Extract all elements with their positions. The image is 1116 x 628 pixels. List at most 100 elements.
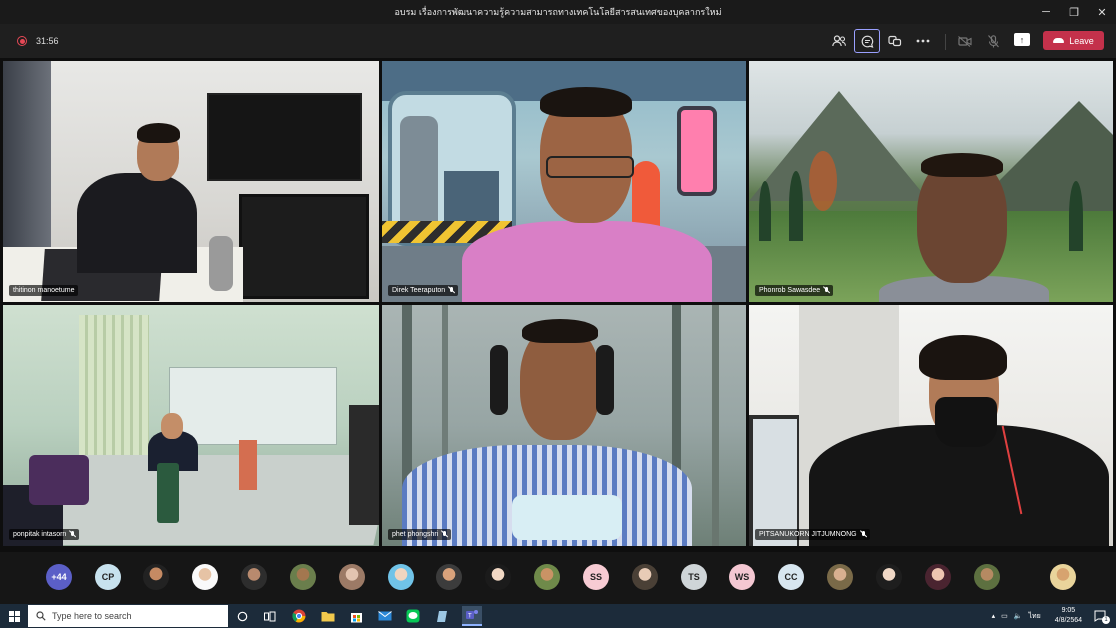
language-indicator[interactable]: ไทย [1029,611,1041,622]
window-title: อบรม เรื่องการพัฒนาความรู้ความสามารถทางเ… [394,7,722,17]
chrome-icon[interactable] [291,608,307,624]
share-screen-button[interactable]: ↑ [1014,33,1030,46]
participant-avatar[interactable] [974,564,1000,590]
file-explorer-icon[interactable] [320,608,336,624]
video-feed [382,61,746,302]
participant-name: PITSANUKORN JITJUMNONG [759,531,857,538]
participant-name-tag: Direk Teeraputon [388,285,459,296]
store-icon[interactable] [348,608,364,624]
participant-avatar[interactable] [192,564,218,590]
mic-off-icon [987,34,999,47]
participant-avatar[interactable] [534,564,560,590]
participant-avatar[interactable] [436,564,462,590]
reactions-icon [888,35,902,47]
participant-avatar[interactable]: CC [778,564,804,590]
phone-hangup-icon [1053,38,1065,43]
window-controls: ─ ❐ ✕ [1032,0,1116,24]
participant-name: Phonrob Sawasdee [759,287,821,294]
more-options-button[interactable] [910,29,936,53]
participant-avatar[interactable] [388,564,414,590]
mic-muted-icon [70,531,75,538]
recording-icon [17,36,27,46]
mail-icon[interactable] [377,608,393,624]
line-icon[interactable] [405,608,421,624]
start-button[interactable] [0,604,28,628]
participant-avatar[interactable]: WS [729,564,755,590]
more-icon [916,39,930,43]
camera-off-icon [958,35,972,47]
participant-avatar[interactable] [632,564,658,590]
chat-button[interactable] [854,29,880,53]
participants-strip: +44 CP SS TS WS CC [0,552,1116,604]
toolbar-divider [945,34,946,50]
participant-avatar[interactable] [290,564,316,590]
mic-muted-icon [824,287,829,294]
participant-avatar[interactable] [485,564,511,590]
taskbar-clock[interactable]: 9:05 4/8/2564 [1055,606,1082,626]
participants-button[interactable] [826,29,852,53]
meeting-toolbar: 31:56 ↑ [0,24,1116,58]
video-tile[interactable]: phet phongshri [382,305,746,546]
clock-date: 4/8/2564 [1054,617,1082,624]
taskbar-search[interactable]: Type here to search [28,605,228,627]
video-tile[interactable]: PITSANUKORN JITJUMNONG [749,305,1113,546]
minimize-button[interactable]: ─ [1032,0,1060,24]
windows-logo-icon [8,610,20,622]
participant-avatar[interactable] [1050,564,1076,590]
cortana-icon[interactable] [234,608,250,624]
participant-name: phet phongshri [392,531,439,538]
windows-taskbar: Type here to search T ▴ ▭ 🔈 ไทย 9:05 4/8… [0,604,1116,628]
video-feed [382,305,746,546]
video-tile[interactable]: thitinon manoetume [3,61,379,302]
more-participants-button[interactable]: +44 [46,564,72,590]
chevron-up-icon[interactable]: ▴ [992,612,996,620]
reactions-button[interactable] [882,29,908,53]
leave-label: Leave [1069,35,1094,46]
share-icon: ↑ [1019,34,1025,45]
participant-name-tag: phet phongshri [388,529,452,540]
notification-badge: 1 [1102,616,1110,624]
participant-avatar[interactable] [143,564,169,590]
notes-icon[interactable] [434,608,450,624]
mic-button[interactable] [980,29,1006,53]
action-center-button[interactable]: 1 [1092,608,1110,624]
participant-avatar[interactable]: SS [583,564,609,590]
participant-avatar[interactable] [876,564,902,590]
video-feed [3,61,379,302]
svg-text:T: T [468,614,472,620]
close-button[interactable]: ✕ [1088,0,1116,24]
video-tile[interactable]: Phonrob Sawasdee [749,61,1113,302]
chat-icon [861,35,873,48]
participant-name-tag: PITSANUKORN JITJUMNONG [755,529,870,540]
mic-muted-icon [449,287,454,294]
participant-avatar[interactable]: CP [95,564,121,590]
video-tile[interactable]: Direk Teeraputon [382,61,746,302]
task-view-icon[interactable] [262,608,278,624]
camera-button[interactable] [952,29,978,53]
participants-icon [832,35,846,47]
participant-avatar[interactable] [827,564,853,590]
leave-button[interactable]: Leave [1043,31,1104,50]
restore-button[interactable]: ❐ [1060,0,1088,24]
volume-icon[interactable]: 🔈 [1014,612,1023,620]
video-feed [749,61,1113,302]
participant-name: ponpitak intasorn [13,531,67,538]
participant-name-tag: ponpitak intasorn [9,529,80,540]
mic-muted-icon [442,531,447,538]
teams-icon[interactable]: T [462,606,482,626]
participant-avatar[interactable] [925,564,951,590]
video-feed [749,305,1113,546]
clock-time: 9:05 [1061,607,1076,614]
participant-avatar[interactable]: TS [681,564,707,590]
window-title-bar: อบรม เรื่องการพัฒนาความรู้ความสามารถทางเ… [0,0,1116,24]
participant-avatar[interactable] [339,564,365,590]
participant-name-tag: Phonrob Sawasdee [755,285,834,296]
video-tile[interactable]: ponpitak intasorn [3,305,379,546]
network-icon[interactable]: ▭ [1001,612,1008,620]
meeting-timer: 31:56 [36,36,59,46]
more-participants-count: +44 [51,572,67,582]
search-placeholder: Type here to search [52,611,132,621]
participant-name: thitinon manoetume [13,287,75,294]
participant-avatar[interactable] [241,564,267,590]
search-icon [36,611,46,621]
